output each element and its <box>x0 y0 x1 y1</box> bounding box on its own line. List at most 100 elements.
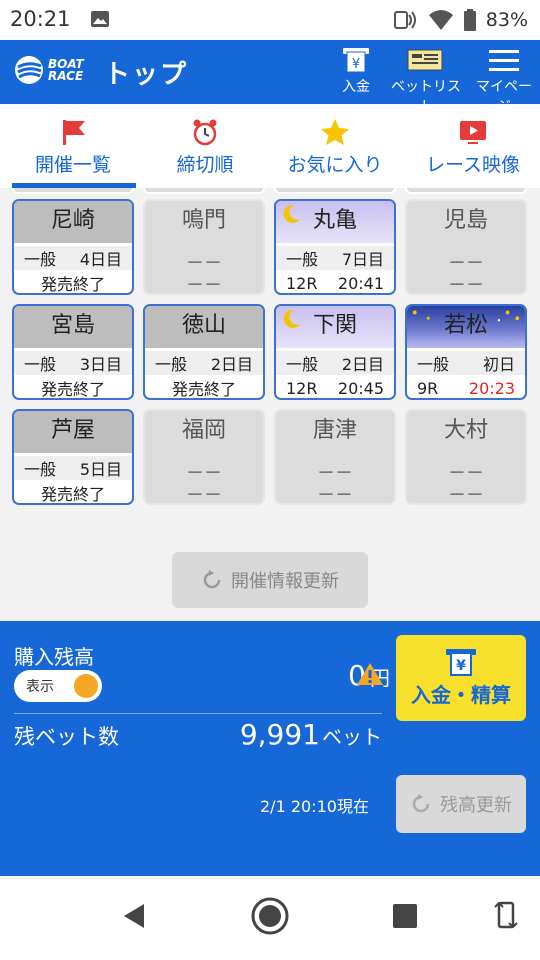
venue-name: 鳴門 <box>181 208 226 233</box>
balance-label: 購入残高 <box>14 645 94 669</box>
refresh-icon <box>203 570 221 589</box>
venue-grade: 一般 <box>24 355 57 374</box>
page-title: トップ <box>104 60 189 90</box>
tab-favorites[interactable]: お気に入り <box>264 104 406 188</box>
tab-favorites-label: お気に入り <box>287 154 383 176</box>
venue-sales-status: 発売終了 <box>40 380 105 399</box>
venue-grade-row: 一般 2日目 <box>145 351 263 375</box>
venue-name: 福岡 <box>181 418 226 443</box>
venue-grade-row: 一般 3日目 <box>14 351 132 375</box>
venue-sales-status: 発売終了 <box>40 275 105 294</box>
venue-card-peek <box>12 188 134 194</box>
image-notification-icon <box>91 11 109 27</box>
venue-card-marugame[interactable]: 丸亀 一般 7日目 12R 20:41 <box>274 199 396 295</box>
venue-day: 5日目 <box>79 460 122 479</box>
tab-bar: 開催一覧 締切順 お気に入り レース映像 <box>0 104 540 188</box>
venue-deadline-time: 20:23 <box>468 378 515 398</box>
header-deposit-button[interactable]: ¥ 入金 <box>336 46 376 96</box>
balance-display-toggle[interactable]: 表示 <box>14 670 102 702</box>
svg-text:¥: ¥ <box>456 658 466 674</box>
balance-panel: 購入残高 表示 0 円 ¥ 入金・精算 残ベット数 9,991 ベット 2/1 … <box>0 621 540 876</box>
venue-deadline-time: 20:41 <box>337 273 384 293</box>
svg-text:¥: ¥ <box>352 57 360 72</box>
venue-name: 徳山 <box>145 306 263 348</box>
deposit-atm-icon: ¥ <box>343 48 369 73</box>
boatrace-logo[interactable]: BOAT RACE <box>14 55 84 85</box>
wifi-icon <box>428 10 453 30</box>
deposit-settle-label: 入金・精算 <box>411 683 511 707</box>
venue-day: 初日 <box>482 355 515 374</box>
venue-empty-line: －－ <box>448 275 484 295</box>
venue-card-fukuoka[interactable]: 福岡 －－ －－ <box>143 409 265 505</box>
back-icon[interactable] <box>120 901 148 931</box>
venue-card-wakamatsu[interactable]: 若松 一般 初日 9R 20:23 <box>405 304 527 400</box>
venue-card-peek <box>143 188 265 194</box>
system-navigation-bar <box>0 878 540 960</box>
tab-deadline-label: 締切順 <box>176 154 234 176</box>
venue-grade-row: 一般 5日目 <box>14 456 132 480</box>
venue-race-number: 12R <box>286 378 318 398</box>
venue-card-omura[interactable]: 大村 －－ －－ <box>405 409 527 505</box>
venue-race-row: 12R 20:45 <box>276 376 394 398</box>
app-header: BOAT RACE トップ ¥ 入金 ベットリスト マイページ <box>0 40 540 115</box>
remaining-bets-value: 9,991 <box>239 718 320 751</box>
venue-status-row: 発売終了 <box>14 271 132 294</box>
balance-divider <box>14 713 382 714</box>
venue-status-row: 発売終了 <box>145 376 263 398</box>
refresh-balance-button[interactable]: 残高更新 <box>396 775 526 833</box>
venue-empty-line: －－ <box>317 485 353 505</box>
flag-icon <box>63 120 85 145</box>
venue-grade: 一般 <box>24 250 57 269</box>
venue-grade-row: 一般 7日目 <box>276 246 394 270</box>
venue-name: 唐津 <box>312 418 357 443</box>
venue-sales-status: 発売終了 <box>40 485 105 504</box>
venue-empty-line: －－ <box>448 485 484 505</box>
venue-card-tokuyama[interactable]: 徳山 一般 2日目 発売終了 <box>143 304 265 400</box>
venue-grade: 一般 <box>417 355 450 374</box>
venue-grade: 一般 <box>24 460 57 479</box>
venue-race-row: 9R 20:23 <box>407 376 525 398</box>
venue-grade-row: 一般 2日目 <box>276 351 394 375</box>
venue-name: 尼崎 <box>14 201 132 243</box>
venue-day: 2日目 <box>210 355 253 374</box>
venue-deadline-time: 20:45 <box>337 378 384 398</box>
venue-grade: 一般 <box>286 355 319 374</box>
venue-card-shimonoseki[interactable]: 下関 一般 2日目 12R 20:45 <box>274 304 396 400</box>
recent-apps-icon[interactable] <box>392 903 418 929</box>
venue-card-peek <box>274 188 396 194</box>
menu-icon <box>489 50 519 71</box>
tab-race-video-label: レース映像 <box>425 154 521 176</box>
venue-name: 児島 <box>443 208 488 233</box>
tab-race-video[interactable]: レース映像 <box>406 104 540 188</box>
venue-grade: 一般 <box>155 355 188 374</box>
refresh-schedule-button[interactable]: 開催情報更新 <box>172 552 368 608</box>
venue-card-miyajima[interactable]: 宮島 一般 3日目 発売終了 <box>12 304 134 400</box>
venue-race-number: 9R <box>417 378 439 398</box>
header-deposit-label: 入金 <box>342 79 370 95</box>
venue-card-ashiya[interactable]: 芦屋 一般 5日目 発売終了 <box>12 409 134 505</box>
remaining-bets-label: 残ベット数 <box>14 725 119 749</box>
venue-name: 宮島 <box>14 306 132 348</box>
venue-race-number: 12R <box>286 273 318 293</box>
refresh-schedule-label: 開催情報更新 <box>231 571 339 592</box>
venue-card-kojima[interactable]: 児島 －－ －－ <box>405 199 527 295</box>
venue-grade-row: 一般 初日 <box>407 351 525 375</box>
refresh-balance-label: 残高更新 <box>440 795 512 816</box>
venue-card-amagasaki[interactable]: 尼崎 一般 4日目 発売終了 <box>12 199 134 295</box>
rotate-screen-icon[interactable] <box>494 899 518 931</box>
warning-icon[interactable] <box>356 661 384 687</box>
venue-card-naruto[interactable]: 鳴門 －－ －－ <box>143 199 265 295</box>
crescent-moon-icon <box>283 204 300 223</box>
toggle-knob <box>74 674 98 698</box>
tab-schedule[interactable]: 開催一覧 <box>0 104 146 188</box>
home-icon[interactable] <box>250 896 290 936</box>
venue-card-karatsu[interactable]: 唐津 －－ －－ <box>274 409 396 505</box>
venue-empty-line: －－ <box>186 485 222 505</box>
night-stars-icon <box>412 310 520 322</box>
status-time: 20:21 <box>10 7 71 31</box>
toggle-label: 表示 <box>26 679 54 695</box>
deposit-settle-button[interactable]: ¥ 入金・精算 <box>396 635 526 721</box>
tab-deadline[interactable]: 締切順 <box>146 104 264 188</box>
remaining-bets: 9,991 ベット <box>240 718 382 751</box>
battery-icon <box>463 9 476 31</box>
